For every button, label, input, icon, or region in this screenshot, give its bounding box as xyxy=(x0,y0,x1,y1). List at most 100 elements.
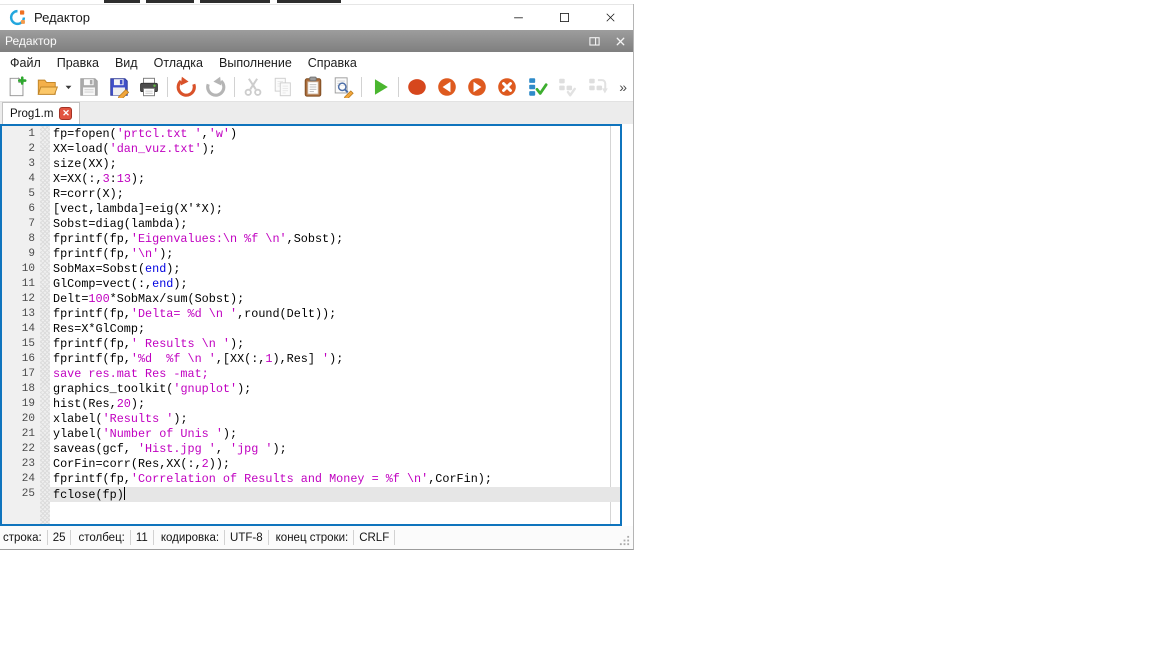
status-separator xyxy=(268,530,269,545)
step-out-button[interactable] xyxy=(582,74,612,100)
code-line-15[interactable]: fprintf(fp,' Results \n '); xyxy=(50,337,620,352)
status-line-label: строка: xyxy=(3,532,42,544)
line-number: 14 xyxy=(2,322,35,337)
find-replace-button[interactable] xyxy=(328,74,358,100)
line-number: 5 xyxy=(2,187,35,202)
toggle-breakpoint-button[interactable] xyxy=(402,74,432,100)
code-line-20[interactable]: xlabel('Results '); xyxy=(50,412,620,427)
toolbar-separator xyxy=(234,77,235,97)
close-button[interactable] xyxy=(587,5,633,30)
menu-item-run[interactable]: Выполнение xyxy=(211,54,300,72)
remove-breakpoints-button[interactable] xyxy=(492,74,522,100)
menu-item-edit[interactable]: Правка xyxy=(49,54,107,72)
line-number: 15 xyxy=(2,337,35,352)
status-separator xyxy=(224,530,225,545)
undock-widget-button[interactable] xyxy=(581,30,607,52)
code-line-3[interactable]: size(XX); xyxy=(50,157,620,172)
toolbar: » xyxy=(0,73,633,101)
redo-button[interactable] xyxy=(201,74,231,100)
code-line-24[interactable]: fprintf(fp,'Correlation of Results and M… xyxy=(50,472,620,487)
code-line-16[interactable]: fprintf(fp,'%d %f \n ',[XX(:,1),Res] '); xyxy=(50,352,620,367)
tab-label: Prog1.m xyxy=(10,108,53,120)
code-line-12[interactable]: Delt=100*SobMax/sum(Sobst); xyxy=(50,292,620,307)
code-line-23[interactable]: CorFin=corr(Res,XX(:,2)); xyxy=(50,457,620,472)
breakpoint-icon xyxy=(406,76,428,98)
print-icon xyxy=(138,76,160,98)
code-line-25[interactable]: fclose(fp) xyxy=(50,487,620,502)
status-eol-label: конец строки: xyxy=(276,532,349,544)
step-button[interactable] xyxy=(522,74,552,100)
line-number: 3 xyxy=(2,157,35,172)
code-editor[interactable]: fp=fopen('prtcl.txt ','w')XX=load('dan_v… xyxy=(50,126,620,524)
save-icon xyxy=(78,76,100,98)
background-window-fragment xyxy=(200,0,270,3)
status-separator xyxy=(70,530,71,545)
tab-bar: Prog1.m ✕ xyxy=(0,101,633,124)
code-line-21[interactable]: ylabel('Number of Unis '); xyxy=(50,427,620,442)
print-button[interactable] xyxy=(134,74,164,100)
copy-button[interactable] xyxy=(268,74,298,100)
code-line-10[interactable]: SobMax=Sobst(end); xyxy=(50,262,620,277)
open-file-button[interactable] xyxy=(32,74,62,100)
code-line-6[interactable]: [vect,lambda]=eig(X'*X); xyxy=(50,202,620,217)
code-line-18[interactable]: graphics_toolkit('gnuplot'); xyxy=(50,382,620,397)
cut-button[interactable] xyxy=(238,74,268,100)
minimize-button[interactable] xyxy=(495,5,541,30)
save-as-button[interactable] xyxy=(104,74,134,100)
run-icon xyxy=(369,76,391,98)
resize-grip[interactable] xyxy=(619,535,630,546)
paste-button[interactable] xyxy=(298,74,328,100)
background-window-fragment xyxy=(146,0,194,3)
dock-controls xyxy=(581,30,633,52)
code-line-17[interactable]: save res.mat Res -mat; xyxy=(50,367,620,382)
code-line-9[interactable]: fprintf(fp,'\n'); xyxy=(50,247,620,262)
code-line-2[interactable]: XX=load('dan_vuz.txt'); xyxy=(50,142,620,157)
tab-close-icon[interactable]: ✕ xyxy=(59,107,72,120)
open-file-dropdown[interactable] xyxy=(62,74,74,100)
line-number-gutter: 1234567891011121314151617181920212223242… xyxy=(2,126,40,524)
menu-item-file[interactable]: Файл xyxy=(2,54,49,72)
code-line-8[interactable]: fprintf(fp,'Eigenvalues:\n %f \n',Sobst)… xyxy=(50,232,620,247)
code-line-11[interactable]: GlComp=vect(:,end); xyxy=(50,277,620,292)
tab-prog1[interactable]: Prog1.m ✕ xyxy=(2,102,80,124)
line-number: 20 xyxy=(2,412,35,427)
new-script-button[interactable] xyxy=(2,74,32,100)
save-button[interactable] xyxy=(74,74,104,100)
menu-item-debug[interactable]: Отладка xyxy=(146,54,211,72)
line-number: 7 xyxy=(2,217,35,232)
status-separator xyxy=(353,530,354,545)
toolbar-separator xyxy=(398,77,399,97)
code-line-5[interactable]: R=corr(X); xyxy=(50,187,620,202)
menu-item-help[interactable]: Справка xyxy=(300,54,365,72)
code-line-1[interactable]: fp=fopen('prtcl.txt ','w') xyxy=(50,127,620,142)
code-line-19[interactable]: hist(Res,20); xyxy=(50,397,620,412)
background-window-fragment xyxy=(277,0,341,3)
breakpoint-prev-icon xyxy=(436,76,458,98)
code-line-13[interactable]: fprintf(fp,'Delta= %d \n ',round(Delt)); xyxy=(50,307,620,322)
next-breakpoint-button[interactable] xyxy=(462,74,492,100)
breakpoint-clear-icon xyxy=(496,76,518,98)
new-file-icon xyxy=(6,76,28,98)
undo-button[interactable] xyxy=(171,74,201,100)
previous-breakpoint-button[interactable] xyxy=(432,74,462,100)
toolbar-separator xyxy=(361,77,362,97)
find-icon xyxy=(332,76,354,98)
breakpoint-margin[interactable] xyxy=(40,126,50,524)
status-line-value: 25 xyxy=(53,532,66,544)
status-encoding-label: кодировка: xyxy=(161,532,219,544)
status-fields: строка:25столбец:11кодировка:UTF-8конец … xyxy=(2,530,395,545)
menu-item-view[interactable]: Вид xyxy=(107,54,146,72)
run-script-button[interactable] xyxy=(365,74,395,100)
step-in-button[interactable] xyxy=(552,74,582,100)
code-line-22[interactable]: saveas(gcf, 'Hist.jpg ', 'jpg '); xyxy=(50,442,620,457)
code-line-14[interactable]: Res=X*GlComp; xyxy=(50,322,620,337)
line-number: 22 xyxy=(2,442,35,457)
code-line-4[interactable]: X=XX(:,3:13); xyxy=(50,172,620,187)
code-line-7[interactable]: Sobst=diag(lambda); xyxy=(50,217,620,232)
line-number: 9 xyxy=(2,247,35,262)
maximize-button[interactable] xyxy=(541,5,587,30)
status-column-value: 11 xyxy=(136,532,148,544)
window-controls xyxy=(495,5,633,30)
close-widget-button[interactable] xyxy=(607,30,633,52)
toolbar-overflow-button[interactable]: » xyxy=(619,80,627,94)
